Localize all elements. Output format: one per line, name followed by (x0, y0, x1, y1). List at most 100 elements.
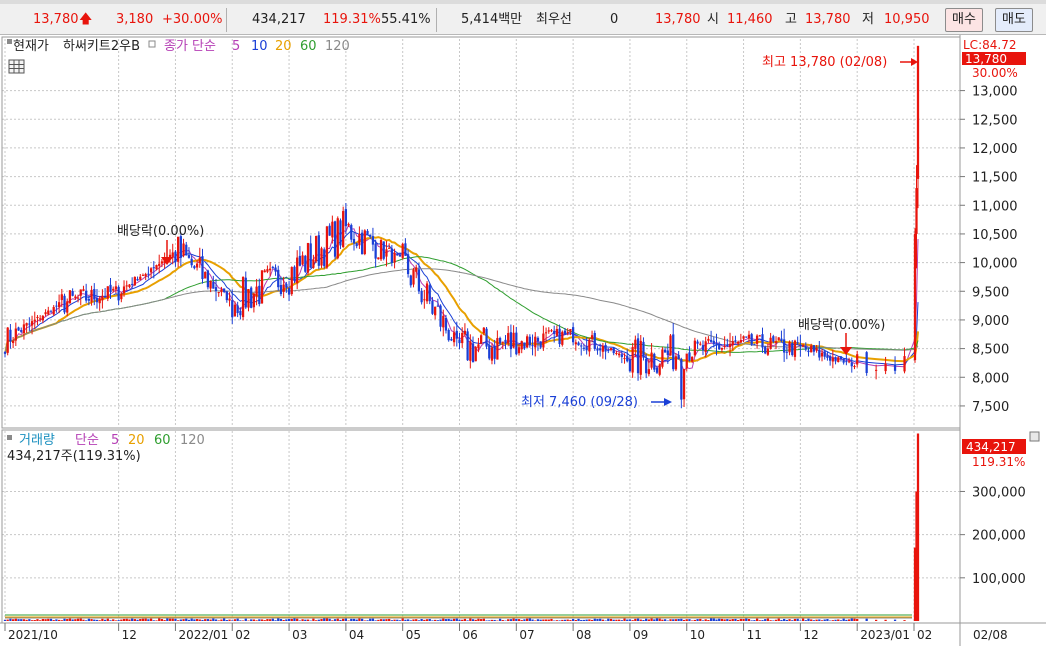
candle-body (693, 340, 696, 356)
volume-bar (312, 618, 315, 621)
volume-bar (442, 618, 445, 621)
volume-bar (672, 619, 675, 621)
volume-bar (401, 618, 404, 621)
volume-bar (515, 618, 518, 621)
volume-bar (74, 619, 77, 621)
volume-bar (33, 620, 36, 621)
candle-body (360, 232, 364, 255)
candle-body (412, 269, 415, 285)
candle-body (593, 332, 596, 349)
grid-settings-icon[interactable] (8, 59, 25, 74)
candle-body (47, 310, 50, 315)
best-bid-value: 0 (610, 12, 619, 27)
volume-bar (490, 619, 494, 621)
candle-body (93, 289, 96, 300)
volume-bar (731, 619, 734, 621)
volume-bar (769, 620, 772, 621)
candle-body (913, 233, 917, 361)
volume-bar (728, 619, 732, 621)
candle-body (853, 366, 856, 368)
candle-body (544, 332, 548, 334)
volume-bar (791, 620, 794, 621)
volume-bar (290, 618, 293, 621)
candle-body (485, 328, 488, 347)
candle-body (655, 367, 659, 373)
volume-bar (206, 619, 210, 621)
volume-bar (293, 618, 296, 621)
candle-body (198, 257, 201, 263)
volume-bar (642, 620, 645, 621)
volume-bar (526, 618, 529, 621)
candle-body (274, 267, 277, 272)
volume-bar (639, 619, 642, 621)
stock-chart[interactable]: 현재가 하써키트2우B 종가 단순 5 10 20 60 120 거래량 단순 … (0, 35, 1046, 646)
volume-bar (85, 620, 88, 621)
volume-bar (36, 619, 39, 621)
high-price: 13,780 (805, 12, 851, 27)
volume-bar (274, 620, 277, 621)
candle-body (68, 290, 72, 304)
price-tick-label: 9,500 (972, 285, 1009, 300)
volume-bar (158, 618, 161, 621)
buy-button[interactable]: 매수 (945, 8, 983, 32)
volume-bar (214, 619, 218, 621)
volume-bar (810, 619, 813, 621)
candle-body (141, 274, 145, 276)
volume-average-lines (5, 614, 912, 619)
volume-bar (563, 619, 567, 621)
volume-bar (599, 618, 602, 621)
volume-bar (49, 618, 53, 621)
stock-name: 하써키트2우B (63, 39, 140, 54)
volume-bar (136, 619, 139, 621)
volume-bar (68, 618, 72, 621)
volume-bar (677, 618, 680, 621)
sell-button[interactable]: 매도 (995, 8, 1033, 32)
volume-bar (182, 619, 185, 621)
volume-bar (704, 619, 707, 621)
volume-bar (22, 619, 26, 621)
candle-body (87, 298, 90, 301)
volume-bar (596, 619, 599, 621)
volume-bar (52, 620, 55, 621)
candle-body (628, 359, 632, 372)
volume-bar (534, 620, 537, 621)
candle-body (745, 336, 748, 338)
volume-bar (125, 618, 128, 621)
volume-ratio: 119.31% (323, 12, 381, 27)
panel-close-icon[interactable] (1029, 431, 1040, 442)
volume-bar (774, 619, 778, 621)
candle-body (493, 345, 496, 359)
volume-bar (444, 619, 448, 621)
volume-bar (528, 618, 531, 621)
candle-body (436, 305, 439, 307)
candle-body (826, 355, 829, 358)
volume-bar (63, 618, 66, 621)
candle-body (214, 287, 218, 291)
volume-bar (588, 619, 591, 621)
volume-bar (20, 619, 23, 621)
volume-bar (826, 619, 829, 621)
candle-body (466, 331, 469, 361)
volume-bar (250, 619, 253, 621)
ma120-label: 120 (325, 39, 350, 54)
volume-bar (620, 620, 623, 621)
volume-bar (653, 619, 656, 621)
volume-bar (609, 618, 613, 621)
candle-body (30, 321, 34, 326)
volume-bar (780, 619, 783, 621)
time-tick-label: 2021/10 (8, 628, 58, 642)
candle-body (772, 336, 775, 342)
time-tick-label: 08 (576, 628, 591, 642)
vma60-label: 60 (154, 433, 171, 448)
volume-bar (493, 619, 496, 621)
volume-bar (617, 619, 621, 621)
change-percent: +30.00% (162, 12, 223, 27)
candle-body (185, 244, 188, 256)
volume-bar (177, 620, 180, 621)
candle-body (442, 315, 445, 328)
candle-body (812, 345, 816, 352)
candle-body (893, 364, 897, 371)
candle-body (331, 221, 334, 238)
volume-bar (745, 618, 748, 621)
low-annotation: 최저 7,460 (09/28) (521, 395, 638, 410)
